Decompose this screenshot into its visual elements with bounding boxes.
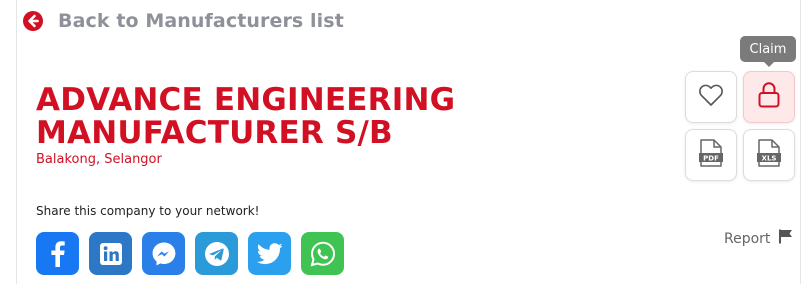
- whatsapp-icon: [310, 241, 336, 267]
- linkedin-icon: [99, 242, 122, 265]
- share-linkedin-button[interactable]: [89, 232, 132, 275]
- share-messenger-button[interactable]: [142, 232, 185, 275]
- pdf-file-icon: PDF: [699, 138, 723, 172]
- xls-file-icon: XLS: [757, 138, 781, 172]
- report-link[interactable]: Report: [724, 229, 793, 248]
- flag-icon: [778, 229, 793, 248]
- facebook-icon: [50, 240, 65, 267]
- share-telegram-button[interactable]: [195, 232, 238, 275]
- back-link-label: Back to Manufacturers list: [58, 10, 344, 32]
- heart-icon: [698, 83, 724, 111]
- claim-tooltip-arrow: [764, 62, 774, 67]
- report-label: Report: [724, 230, 771, 247]
- frame-border-right: [800, 0, 801, 284]
- share-facebook-button[interactable]: [36, 232, 79, 275]
- back-to-manufacturers-link[interactable]: Back to Manufacturers list: [22, 10, 344, 32]
- arrow-left-circle-icon: [22, 10, 44, 32]
- messenger-icon: [151, 241, 177, 267]
- svg-text:XLS: XLS: [762, 154, 777, 162]
- claim-button[interactable]: [743, 71, 795, 123]
- share-twitter-button[interactable]: [248, 232, 291, 275]
- company-name: ADVANCE ENGINEERING MANUFACTURER S/B: [36, 82, 456, 151]
- svg-text:PDF: PDF: [703, 154, 719, 162]
- download-xls-button[interactable]: XLS: [743, 129, 795, 181]
- lock-icon: [757, 81, 781, 113]
- telegram-icon: [204, 241, 230, 267]
- share-label: Share this company to your network!: [36, 204, 260, 218]
- company-location: Balakong, Selangor: [36, 152, 162, 167]
- claim-tooltip: Claim: [740, 36, 796, 62]
- favorite-button[interactable]: [685, 71, 737, 123]
- twitter-icon: [256, 242, 283, 265]
- share-whatsapp-button[interactable]: [301, 232, 344, 275]
- frame-border-left: [16, 0, 17, 284]
- social-share-bar: [36, 232, 354, 275]
- download-pdf-button[interactable]: PDF: [685, 129, 737, 181]
